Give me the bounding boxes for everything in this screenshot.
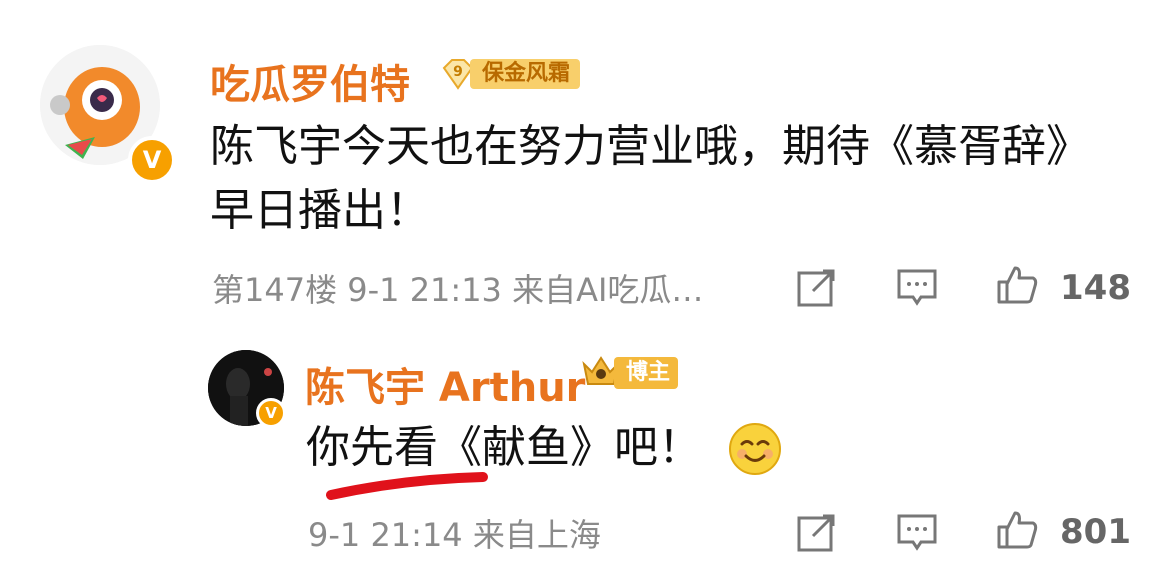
reply-meta: 9-1 21:14 来自上海 [308,516,601,554]
share-icon[interactable] [795,265,839,309]
red-underline-mark [326,472,488,500]
comment-meta: 第147楼 9-1 21:13 来自AI吃瓜… [212,271,704,309]
host-badge: 博主 [580,352,679,394]
comment-text-line: 陈飞宇今天也在努力营业哦，期待《慕胥辞》 [210,121,1090,172]
share-icon[interactable] [795,510,839,554]
host-badge-label: 博主 [614,357,679,389]
verified-badge: V [256,398,286,428]
fan-badge-label: 保金风霜 [470,59,581,89]
like-count: 148 [1060,268,1131,308]
smile-emoji [729,423,781,475]
comment-text-line: 早日播出！ [210,185,430,236]
comment-username[interactable]: 吃瓜罗伯特 [210,52,410,110]
verified-badge: V [128,136,176,184]
comment-text: 陈飞宇今天也在努力营业哦，期待《慕胥辞》 早日播出！ [210,115,1130,243]
comment-icon[interactable] [895,510,939,554]
comment-icon[interactable] [895,265,939,309]
like-count: 801 [1060,512,1131,552]
fan-badge[interactable]: 9 保金风霜 [440,56,581,92]
reply-username[interactable]: 陈飞宇 Arthur [305,355,585,413]
like-icon[interactable] [995,262,1039,306]
like-icon[interactable] [995,507,1039,551]
svg-text:9: 9 [453,64,463,80]
